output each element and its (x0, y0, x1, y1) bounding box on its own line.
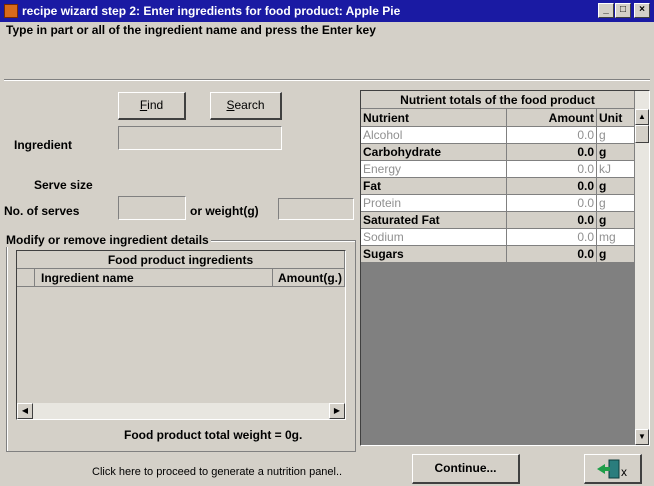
svg-text:x: x (621, 465, 627, 479)
weight-label: or weight(g) (190, 204, 259, 218)
modify-group-label: Modify or remove ingredient details (4, 233, 211, 247)
nutrient-unit-cell[interactable]: g (597, 246, 635, 263)
nutrient-amount-cell[interactable]: 0.0 (507, 246, 597, 263)
continue-button[interactable]: Continue... (412, 454, 520, 484)
nutrient-unit-cell[interactable]: g (597, 195, 635, 212)
exit-door-icon: x (597, 459, 627, 479)
col-nutrient[interactable]: Nutrient (361, 109, 507, 127)
nutrient-unit-cell[interactable]: mg (597, 229, 635, 246)
nutrient-unit-cell[interactable]: g (597, 178, 635, 195)
serve-size-label: Serve size (34, 178, 93, 192)
scroll-thumb[interactable] (635, 125, 649, 143)
proceed-hint: Click here to proceed to generate a nutr… (92, 466, 343, 478)
scroll-up-icon[interactable]: ▲ (635, 109, 649, 125)
row-selector-header (17, 269, 35, 287)
app-icon (4, 4, 18, 18)
total-weight-label: Food product total weight = 0g. (124, 428, 303, 442)
nutrient-unit-cell[interactable]: g (597, 144, 635, 161)
nutrient-unit-cell[interactable]: kJ (597, 161, 635, 178)
ingredients-hscrollbar[interactable]: ◀ ▶ (17, 403, 345, 419)
nutrient-name-cell[interactable]: Fat (361, 178, 507, 195)
nutrient-amount-cell[interactable]: 0.0 (507, 195, 597, 212)
nutrient-name-cell[interactable]: Saturated Fat (361, 212, 507, 229)
window-title: recipe wizard step 2: Enter ingredients … (22, 4, 401, 18)
divider (4, 79, 650, 81)
nutrient-name-cell[interactable]: Sodium (361, 229, 507, 246)
nutrient-table-title: Nutrient totals of the food product (361, 91, 635, 109)
nutrient-vscrollbar[interactable]: ▲ ▼ (635, 91, 649, 445)
nutrient-amount-cell[interactable]: 0.0 (507, 212, 597, 229)
maximize-button[interactable]: □ (615, 3, 631, 18)
col-amount[interactable]: Amount (507, 109, 597, 127)
nutrient-amount-cell[interactable]: 0.0 (507, 127, 597, 144)
close-button[interactable]: × (634, 3, 650, 18)
exit-button[interactable]: x (584, 454, 642, 484)
nutrient-name-cell[interactable]: Carbohydrate (361, 144, 507, 161)
nutrient-unit-cell[interactable]: g (597, 212, 635, 229)
col-amount-g[interactable]: Amount(g.) (273, 269, 345, 287)
no-serves-label: No. of serves (4, 204, 80, 218)
ingredient-input[interactable] (118, 126, 282, 150)
instruction-text: Type in part or all of the ingredient na… (6, 23, 376, 37)
nutrient-amount-cell[interactable]: 0.0 (507, 161, 597, 178)
ingredient-label: Ingredient (14, 138, 73, 152)
nutrient-name-cell[interactable]: Protein (361, 195, 507, 212)
ingredients-table[interactable]: Food product ingredients Ingredient name… (16, 250, 346, 420)
nutrient-name-cell[interactable]: Sugars (361, 246, 507, 263)
find-button[interactable]: Find (118, 92, 186, 120)
ingredients-table-body (17, 287, 345, 403)
nutrient-unit-cell[interactable]: g (597, 127, 635, 144)
title-bar: recipe wizard step 2: Enter ingredients … (0, 0, 654, 22)
weight-input[interactable] (278, 198, 354, 220)
scroll-right-icon[interactable]: ▶ (329, 403, 345, 419)
search-button[interactable]: Search (210, 92, 282, 120)
no-serves-input[interactable] (118, 196, 186, 220)
nutrient-amount-cell[interactable]: 0.0 (507, 229, 597, 246)
scroll-down-icon[interactable]: ▼ (635, 429, 649, 445)
scroll-left-icon[interactable]: ◀ (17, 403, 33, 419)
nutrient-totals-table[interactable]: Nutrient totals of the food product Nutr… (360, 90, 650, 446)
ingredients-table-title: Food product ingredients (17, 251, 345, 269)
col-unit[interactable]: Unit (597, 109, 635, 127)
minimize-button[interactable]: _ (598, 3, 614, 18)
nutrient-name-cell[interactable]: Alcohol (361, 127, 507, 144)
col-ingredient-name[interactable]: Ingredient name (35, 269, 273, 287)
nutrient-name-cell[interactable]: Energy (361, 161, 507, 178)
nutrient-amount-cell[interactable]: 0.0 (507, 144, 597, 161)
nutrient-amount-cell[interactable]: 0.0 (507, 178, 597, 195)
